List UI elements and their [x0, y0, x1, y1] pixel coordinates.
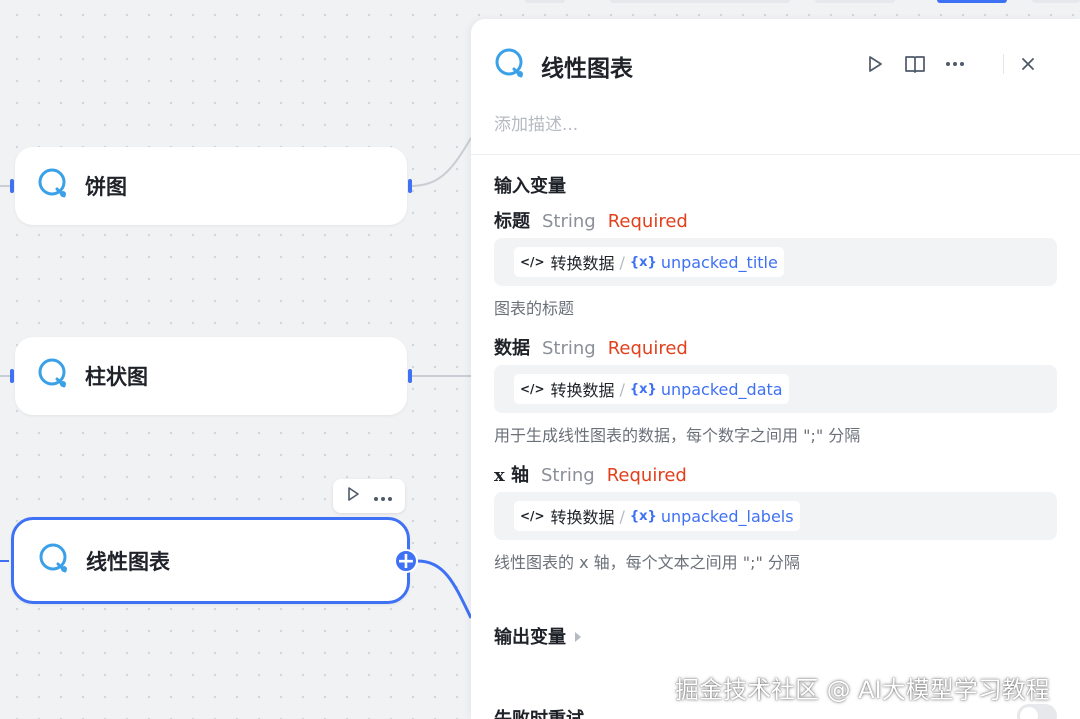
- separator: /: [619, 379, 625, 399]
- input-port[interactable]: [10, 369, 14, 383]
- input-port[interactable]: [10, 179, 14, 193]
- play-icon[interactable]: [860, 49, 890, 79]
- field-name: 标题: [494, 211, 530, 232]
- source-node-name: 转换数据: [550, 508, 615, 527]
- field-description: 线性图表的 x 轴，每个文本之间用 ";" 分隔: [494, 553, 800, 572]
- edge-line: [417, 559, 473, 619]
- variable-name: unpacked_title: [660, 252, 778, 272]
- node-config-panel: 线性图表 添加描述... 输入变量 标题 String Required </>: [471, 19, 1080, 719]
- node-label: 线性图表: [86, 549, 170, 574]
- watermark: 掘金技术社区 @ AI大模型学习教程: [675, 676, 1050, 704]
- variable-name: unpacked_labels: [660, 506, 794, 526]
- panel-actions: [860, 49, 1080, 79]
- source-node-name: 转换数据: [550, 381, 615, 400]
- node-pie-chart[interactable]: 饼图: [15, 147, 407, 225]
- input-field-header: x 轴 String Required: [494, 461, 687, 487]
- more-icon[interactable]: [373, 487, 393, 506]
- field-name: 数据: [494, 338, 530, 359]
- input-section-title[interactable]: 输入变量: [494, 172, 566, 198]
- chart-node-icon: [494, 47, 528, 85]
- output-port[interactable]: [408, 179, 412, 193]
- retry-section-title: 失败时重试: [494, 705, 584, 719]
- variable-chip[interactable]: </> 转换数据 / {x} unpacked_labels: [514, 501, 800, 531]
- book-icon[interactable]: [900, 49, 930, 79]
- variable-chip[interactable]: </> 转换数据 / {x} unpacked_data: [514, 374, 789, 404]
- panel-title[interactable]: 线性图表: [541, 49, 633, 83]
- divider: [1003, 54, 1004, 74]
- variable-icon: {x}: [629, 254, 657, 270]
- more-icon[interactable]: [940, 49, 970, 79]
- required-label: Required: [607, 211, 688, 232]
- caret-right-icon: [574, 626, 582, 647]
- code-icon: </>: [520, 255, 545, 269]
- node-toolbar: [333, 479, 405, 513]
- node-line-chart[interactable]: 线性图表: [11, 517, 410, 604]
- required-label: Required: [606, 465, 687, 486]
- output-port[interactable]: [408, 369, 412, 383]
- input-field-header: 数据 String Required: [494, 334, 688, 360]
- close-icon[interactable]: [1013, 49, 1043, 79]
- field-type: String: [542, 211, 596, 232]
- separator: /: [619, 252, 625, 272]
- panel-header: 线性图表 添加描述...: [471, 19, 1080, 155]
- add-node-button[interactable]: +: [394, 549, 418, 573]
- required-label: Required: [607, 338, 688, 359]
- retry-toggle[interactable]: [1017, 704, 1057, 719]
- field-name: x 轴: [494, 465, 529, 486]
- variable-reference-box[interactable]: </> 转换数据 / {x} unpacked_labels: [494, 492, 1057, 540]
- edge-pie: [409, 137, 472, 187]
- input-field-header: 标题 String Required: [494, 207, 688, 233]
- field-type: String: [541, 465, 595, 486]
- field-type: String: [542, 338, 596, 359]
- variable-reference-box[interactable]: </> 转换数据 / {x} unpacked_title: [494, 238, 1057, 286]
- node-label: 饼图: [85, 175, 127, 199]
- description-input[interactable]: 添加描述...: [494, 110, 578, 135]
- code-icon: </>: [520, 509, 545, 523]
- node-bar-chart[interactable]: 柱状图: [15, 337, 407, 415]
- output-section-toggle[interactable]: 输出变量: [494, 623, 582, 649]
- variable-icon: {x}: [629, 508, 657, 524]
- field-description: 用于生成线性图表的数据，每个数字之间用 ";" 分隔: [494, 426, 861, 445]
- chart-node-icon: [38, 542, 72, 580]
- variable-icon: {x}: [629, 381, 657, 397]
- field-description: 图表的标题: [494, 299, 575, 318]
- chart-node-icon: [37, 167, 71, 205]
- node-label: 柱状图: [85, 365, 148, 389]
- play-icon[interactable]: [345, 486, 361, 506]
- code-icon: </>: [520, 382, 545, 396]
- output-section-title: 输出变量: [494, 627, 566, 648]
- chart-node-icon: [37, 357, 71, 395]
- variable-reference-box[interactable]: </> 转换数据 / {x} unpacked_data: [494, 365, 1057, 413]
- variable-name: unpacked_data: [660, 379, 783, 399]
- source-node-name: 转换数据: [550, 254, 615, 273]
- separator: /: [619, 506, 625, 526]
- variable-chip[interactable]: </> 转换数据 / {x} unpacked_title: [514, 247, 784, 277]
